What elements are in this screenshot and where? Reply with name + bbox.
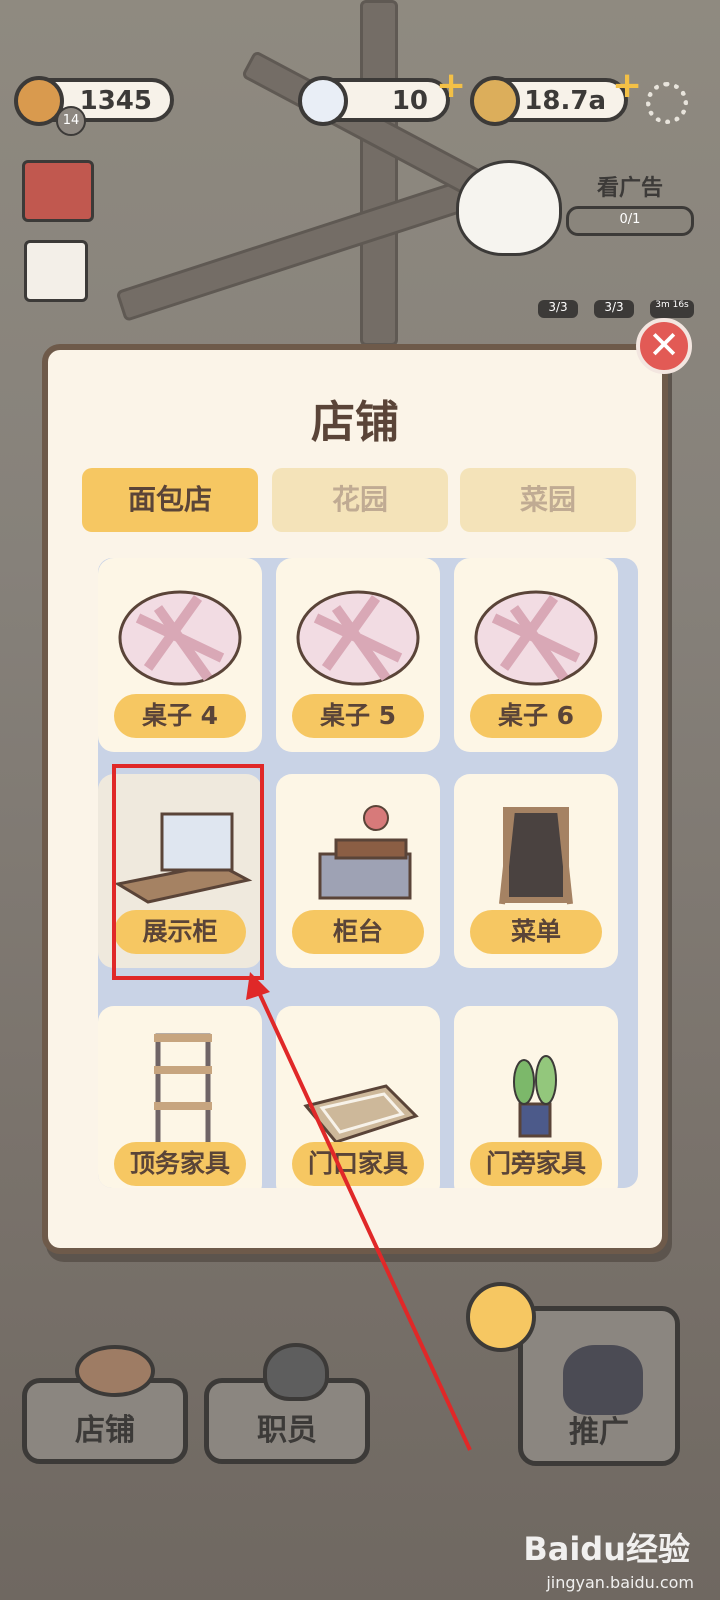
staff-nav-button[interactable]: 职员 <box>204 1343 370 1464</box>
shop-nav-button[interactable]: 店铺 <box>22 1345 188 1464</box>
chef-hat-icon <box>563 1345 643 1415</box>
close-button[interactable]: ✕ <box>636 318 692 374</box>
promote-nav-label: 推广 <box>569 1415 629 1450</box>
stool-icon <box>75 1345 155 1397</box>
baidu-watermark: Baidu经验 <box>523 1530 690 1568</box>
staff-nav-label: 职员 <box>257 1413 317 1448</box>
shop-nav-label: 店铺 <box>75 1413 135 1448</box>
promote-nav-button[interactable]: 推广 <box>518 1306 680 1466</box>
fan-icon[interactable] <box>466 1282 536 1352</box>
cat-staff-icon <box>263 1343 329 1401</box>
watermark-url: jingyan.baidu.com <box>546 1573 694 1592</box>
